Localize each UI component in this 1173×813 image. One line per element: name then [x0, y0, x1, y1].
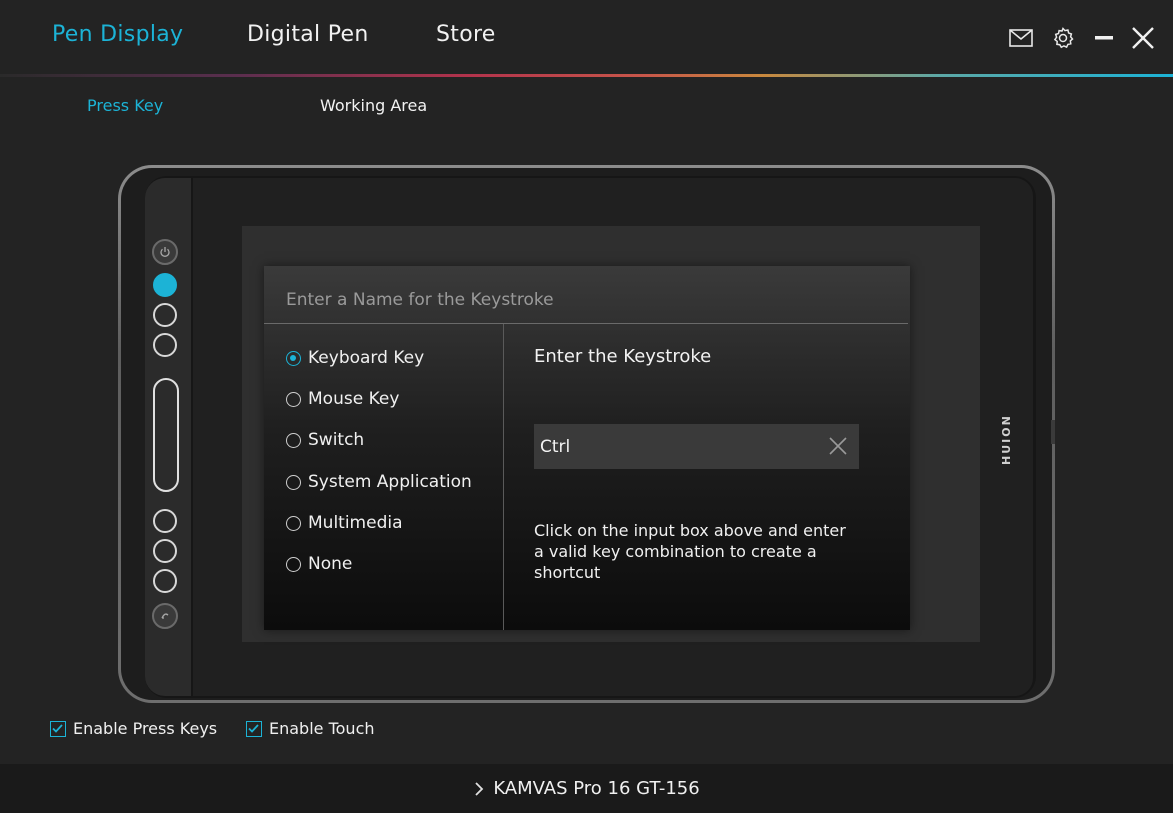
- chevron-right-icon: [475, 781, 484, 796]
- tab-press-key[interactable]: Press Key: [87, 96, 163, 115]
- option-label: Multimedia: [308, 513, 403, 533]
- checkbox-icon: [50, 720, 66, 737]
- radio-icon: [286, 432, 301, 448]
- press-key-6[interactable]: [153, 569, 177, 593]
- option-label: Switch: [308, 430, 365, 450]
- radio-icon: [286, 391, 301, 407]
- tab-pen-display[interactable]: Pen Display: [52, 22, 183, 47]
- power-key[interactable]: [152, 239, 178, 265]
- tab-store[interactable]: Store: [436, 22, 496, 47]
- device-selector[interactable]: KAMVAS Pro 16 GT-156: [473, 778, 700, 799]
- power-icon: [160, 247, 170, 257]
- option-multimedia[interactable]: Multimedia: [286, 513, 403, 533]
- radio-icon: [286, 556, 301, 572]
- press-key-4[interactable]: [153, 509, 177, 533]
- tab-working-area[interactable]: Working Area: [320, 96, 427, 115]
- touch-strip[interactable]: [153, 378, 179, 492]
- header-divider: [0, 74, 1173, 77]
- radio-icon: [286, 515, 301, 531]
- keystroke-title: Enter the Keystroke: [534, 346, 712, 367]
- top-bar: Pen Display Digital Pen Store: [0, 0, 1173, 74]
- gear-icon[interactable]: [1051, 26, 1075, 50]
- option-none[interactable]: None: [286, 554, 352, 574]
- keystroke-hint: Click on the input box above and enter a…: [534, 521, 846, 582]
- checkbox-label: Enable Touch: [269, 719, 375, 738]
- keystroke-value: Ctrl: [540, 436, 571, 457]
- option-mouse-key[interactable]: Mouse Key: [286, 389, 399, 409]
- switch-icon: [161, 613, 169, 619]
- option-label: System Application: [308, 472, 472, 492]
- checkbox-icon: [246, 720, 262, 737]
- switch-key[interactable]: [152, 603, 178, 629]
- close-icon[interactable]: [1131, 26, 1155, 50]
- enable-touch-checkbox[interactable]: Enable Touch: [246, 719, 375, 738]
- option-system-application[interactable]: System Application: [286, 472, 472, 492]
- dialog-divider: [503, 324, 504, 630]
- device-brand-logo: HUION: [1000, 414, 1013, 465]
- tab-digital-pen[interactable]: Digital Pen: [247, 22, 369, 47]
- press-key-5[interactable]: [153, 539, 177, 563]
- mail-icon[interactable]: [1009, 26, 1033, 50]
- device-footer: KAMVAS Pro 16 GT-156: [0, 764, 1173, 813]
- option-label: Mouse Key: [308, 389, 400, 409]
- option-keyboard-key[interactable]: Keyboard Key: [286, 348, 424, 368]
- option-switch[interactable]: Switch: [286, 430, 364, 450]
- clear-icon[interactable]: [827, 435, 849, 457]
- radio-icon: [286, 474, 301, 490]
- enable-press-keys-checkbox[interactable]: Enable Press Keys: [50, 719, 217, 738]
- keystroke-name-input[interactable]: [264, 266, 908, 324]
- keystroke-dialog: Keyboard Key Mouse Key Switch System App…: [264, 266, 910, 630]
- press-key-2[interactable]: [153, 303, 177, 327]
- keystroke-input[interactable]: Ctrl: [534, 424, 859, 469]
- option-label: Keyboard Key: [308, 348, 425, 368]
- radio-icon: [286, 350, 301, 366]
- minimize-icon[interactable]: [1092, 26, 1116, 50]
- checkbox-label: Enable Press Keys: [73, 719, 218, 738]
- press-key-3[interactable]: [153, 333, 177, 357]
- device-side-notch: [1051, 420, 1055, 444]
- option-label: None: [308, 554, 353, 574]
- press-key-1[interactable]: [153, 273, 177, 297]
- device-name: KAMVAS Pro 16 GT-156: [493, 778, 700, 799]
